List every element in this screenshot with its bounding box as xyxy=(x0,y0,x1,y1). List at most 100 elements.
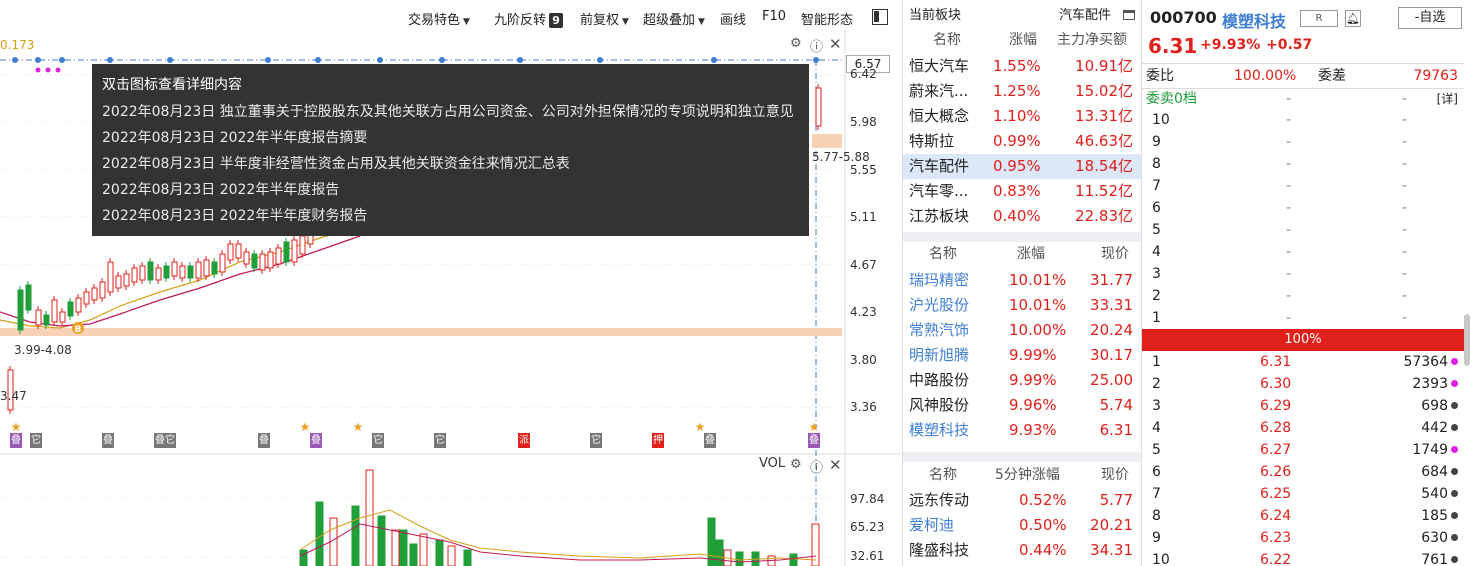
close-icon[interactable]: ✕ xyxy=(829,35,842,53)
event-dot[interactable] xyxy=(167,57,173,63)
level-price: 6.27 xyxy=(1260,442,1292,458)
event-icon[interactable]: 叠 xyxy=(310,433,322,448)
star-icon[interactable]: ★ xyxy=(809,420,820,434)
star-icon[interactable]: ★ xyxy=(11,420,22,434)
event-dot[interactable] xyxy=(813,57,819,63)
event-dot[interactable] xyxy=(59,57,65,63)
event-icon[interactable]: 叠 xyxy=(258,433,270,448)
sell-level-row[interactable]: 5 - - xyxy=(1142,219,1464,241)
event-icon[interactable]: 它 xyxy=(434,433,446,448)
sector-row[interactable]: 汽车零... 0.83% 11.52亿 xyxy=(903,179,1141,204)
event-icon[interactable]: 叠 xyxy=(102,433,114,448)
event-dot[interactable] xyxy=(597,57,603,63)
event-dot[interactable] xyxy=(439,57,445,63)
event-dot[interactable] xyxy=(517,57,523,63)
trade-special-menu[interactable]: 交易特色 ▼ xyxy=(408,9,470,28)
event-icon[interactable]: 押 xyxy=(652,433,664,448)
buy-level-row[interactable]: 8 6.24 185 xyxy=(1142,505,1464,527)
sector-row[interactable]: 恒大概念 1.10% 13.31亿 xyxy=(903,104,1141,129)
kline-chart-area[interactable]: 交易特色 ▼ 九阶反转 9 前复权 ▼ 超级叠加 ▼ 画线 F10 智能形态 B… xyxy=(0,0,902,566)
sell-level-row[interactable]: 6 - - xyxy=(1142,197,1464,219)
sell-level-row[interactable]: 1 - - xyxy=(1142,307,1464,329)
close-icon[interactable]: ✕ xyxy=(829,456,842,474)
settings-icon[interactable]: ⚙ xyxy=(790,36,802,51)
sector-row[interactable]: 恒大汽车 1.55% 10.91亿 xyxy=(903,54,1141,79)
scrollbar[interactable] xyxy=(1464,314,1470,366)
stock-pct: 10.01% xyxy=(1009,296,1067,314)
speed-row[interactable]: 远东传动 0.52% 5.77 xyxy=(903,488,1141,513)
alert-bell-icon[interactable]: 🔔︎ xyxy=(1345,10,1361,27)
event-dot[interactable] xyxy=(107,57,113,63)
resistance-band xyxy=(812,134,842,148)
event-dot[interactable] xyxy=(315,57,321,63)
sector-row[interactable]: 特斯拉 0.99% 46.63亿 xyxy=(903,129,1141,154)
nine-reversal-button[interactable]: 九阶反转 9 xyxy=(494,9,564,28)
buy-level-row[interactable]: 2 6.30 2393 xyxy=(1142,373,1464,395)
event-icon[interactable]: 叠 xyxy=(10,433,22,448)
stock-row[interactable]: 沪光股份 10.01% 33.31 xyxy=(903,293,1141,318)
buy-level-row[interactable]: 5 6.27 1749 xyxy=(1142,439,1464,461)
detail-link[interactable]: [详] xyxy=(1437,88,1458,110)
watchlist-button[interactable]: -自选 xyxy=(1398,7,1462,29)
stock-row[interactable]: 明新旭腾 9.99% 30.17 xyxy=(903,343,1141,368)
stock-name: 风神股份 xyxy=(909,396,970,414)
event-dot[interactable] xyxy=(35,57,41,63)
super-overlay-menu[interactable]: 超级叠加 ▼ xyxy=(643,9,705,28)
stock-name[interactable]: 模塑科技 xyxy=(1222,8,1286,32)
stock-row[interactable]: 瑞玛精密 10.01% 31.77 xyxy=(903,268,1141,293)
sell-level-row[interactable]: 7 - - xyxy=(1142,175,1464,197)
window-icon[interactable] xyxy=(1123,10,1135,20)
event-icon[interactable]: 叠 xyxy=(704,433,716,448)
volume-bar xyxy=(399,529,408,566)
buy-level-row[interactable]: 1 6.31 57364 xyxy=(1142,351,1464,373)
level-number: 6 xyxy=(1152,464,1161,480)
sector-row[interactable]: 蔚来汽... 1.25% 15.02亿 xyxy=(903,79,1141,104)
star-icon[interactable]: ★ xyxy=(695,420,706,434)
help-icon[interactable]: ⓘ xyxy=(810,36,823,55)
stock-row[interactable]: 常熟汽饰 10.00% 20.24 xyxy=(903,318,1141,343)
sell-level-row[interactable]: 10 - - xyxy=(1142,109,1464,131)
draw-line-button[interactable]: 画线 xyxy=(720,9,746,28)
panel-toggle-icon[interactable] xyxy=(872,9,888,25)
buy-level-row[interactable]: 3 6.29 698 xyxy=(1142,395,1464,417)
event-icon[interactable]: 它 xyxy=(372,433,384,448)
event-icon[interactable]: 它 xyxy=(30,433,42,448)
f10-button[interactable]: F10 xyxy=(762,9,786,24)
sector-net: 13.31亿 xyxy=(1075,107,1133,125)
divider xyxy=(903,452,1141,462)
buy-level-row[interactable]: 9 6.23 630 xyxy=(1142,527,1464,549)
event-icon[interactable]: 叠 xyxy=(808,433,820,448)
event-dot[interactable] xyxy=(711,57,717,63)
event-icon[interactable]: 它 xyxy=(590,433,602,448)
smart-pattern-button[interactable]: 智能形态 xyxy=(801,9,853,28)
event-dot[interactable] xyxy=(265,57,271,63)
speed-row[interactable]: 爱柯迪 0.50% 20.21 xyxy=(903,513,1141,538)
sector-row[interactable]: 汽车配件 0.95% 18.54亿 xyxy=(903,154,1141,179)
buy-level-row[interactable]: 6 6.26 684 xyxy=(1142,461,1464,483)
candle xyxy=(131,267,138,283)
sell-level-row[interactable]: 4 - - xyxy=(1142,241,1464,263)
event-icon[interactable]: 叠它 xyxy=(154,433,176,448)
settings-icon[interactable]: ⚙ xyxy=(790,457,802,472)
sell-level-row[interactable]: 9 - - xyxy=(1142,131,1464,153)
buy-level-row[interactable]: 10 6.22 761 xyxy=(1142,549,1464,566)
stock-row[interactable]: 模塑科技 9.93% 6.31 xyxy=(903,418,1141,443)
stock-row[interactable]: 中路股份 9.99% 25.00 xyxy=(903,368,1141,393)
buy-level-row[interactable]: 4 6.28 442 xyxy=(1142,417,1464,439)
star-icon[interactable]: ★ xyxy=(300,420,311,434)
buy-level-row[interactable]: 7 6.25 540 xyxy=(1142,483,1464,505)
sell-level-row[interactable]: 8 - - xyxy=(1142,153,1464,175)
current-sector[interactable]: 汽车配件 xyxy=(1059,3,1111,28)
stock-row[interactable]: 风神股份 9.96% 5.74 xyxy=(903,393,1141,418)
star-icon[interactable]: ★ xyxy=(353,420,364,434)
sector-row[interactable]: 江苏板块 0.40% 22.83亿 xyxy=(903,204,1141,229)
help-icon[interactable]: ⓘ xyxy=(810,457,823,476)
event-dot[interactable] xyxy=(377,57,383,63)
event-dot[interactable] xyxy=(12,57,18,63)
event-icon[interactable]: 派 xyxy=(518,433,530,448)
speed-row[interactable]: 隆盛科技 0.44% 34.31 xyxy=(903,538,1141,563)
pre-adjust-menu[interactable]: 前复权 ▼ xyxy=(580,9,629,28)
sell-level-row[interactable]: 3 - - xyxy=(1142,263,1464,285)
stock-price: 30.17 xyxy=(1090,346,1133,364)
sell-level-row[interactable]: 2 - - xyxy=(1142,285,1464,307)
